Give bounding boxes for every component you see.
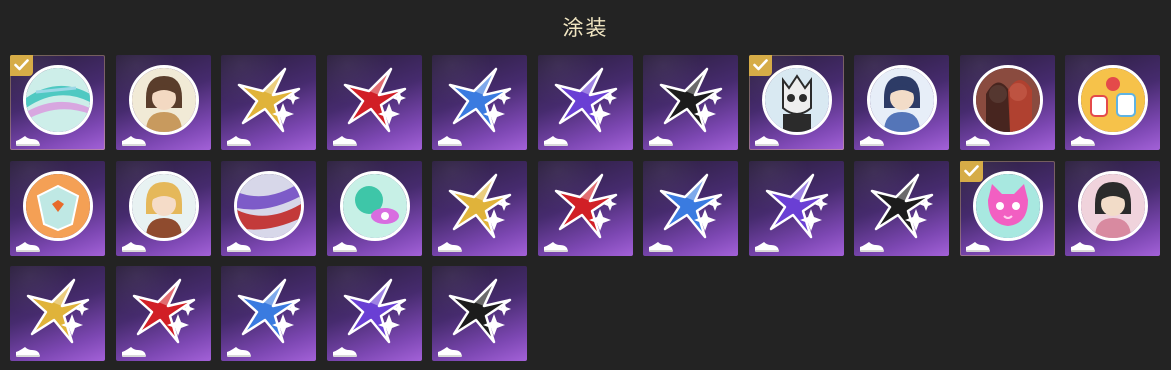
star-emblem-icon — [339, 276, 411, 348]
shoe-icon — [332, 343, 358, 357]
shoe-icon — [121, 343, 147, 357]
skin-tile-12[interactable] — [10, 160, 105, 256]
star-emblem-icon — [444, 171, 516, 243]
shoe-icon — [754, 238, 780, 252]
equipped-check-icon — [748, 55, 772, 76]
shoe-icon — [121, 238, 147, 252]
shoe-icon — [437, 132, 463, 146]
star-emblem-icon — [761, 171, 833, 243]
shoe-icon — [543, 238, 569, 252]
shoe-icon — [965, 132, 991, 146]
skin-tile-1[interactable] — [10, 55, 105, 150]
shoe-icon — [15, 238, 41, 252]
skin-tile-17[interactable] — [537, 160, 633, 256]
shoe-icon — [648, 132, 674, 146]
skin-tile-7[interactable] — [643, 55, 738, 150]
star-emblem-icon — [339, 65, 411, 137]
skin-tile-5[interactable] — [432, 55, 527, 150]
skin-tile-14[interactable] — [221, 160, 316, 256]
shoe-icon — [859, 132, 885, 146]
skin-tile-22[interactable] — [1065, 160, 1160, 256]
shoe-icon — [648, 238, 674, 252]
duo-emblem-icon — [972, 65, 1043, 135]
mascots-emblem-icon — [1078, 65, 1148, 135]
skin-tile-15[interactable] — [326, 160, 422, 256]
skin-tile-27[interactable] — [432, 266, 527, 361]
skin-tile-8[interactable] — [748, 55, 844, 150]
chibi-emblem-icon — [867, 65, 937, 135]
skin-tile-20[interactable] — [854, 160, 949, 256]
skin-grid — [10, 55, 1160, 361]
skin-tile-13[interactable] — [115, 160, 211, 256]
skin-tile-6[interactable] — [537, 55, 633, 150]
skin-tile-26[interactable] — [326, 266, 422, 361]
star-emblem-icon — [444, 65, 516, 137]
shoe-icon — [543, 132, 569, 146]
skin-tile-10[interactable] — [959, 55, 1055, 150]
equipped-check-icon — [959, 160, 983, 182]
star-emblem-icon — [550, 65, 622, 137]
shoe-icon — [332, 238, 358, 252]
mech-emblem-icon — [23, 170, 93, 241]
equipped-check-icon — [10, 55, 33, 76]
star-emblem-icon — [550, 171, 622, 243]
shoe-icon — [332, 132, 358, 146]
skin-tile-9[interactable] — [854, 55, 949, 150]
shoe-icon — [965, 238, 991, 252]
brush-emblem-icon — [234, 170, 304, 241]
shoe-icon — [437, 238, 463, 252]
skin-tile-16[interactable] — [432, 160, 527, 256]
page-title: 涂装 — [562, 16, 609, 40]
skin-tile-18[interactable] — [643, 160, 738, 256]
shoe-icon — [226, 238, 252, 252]
star-emblem-icon — [655, 65, 727, 137]
star-emblem-icon — [233, 65, 305, 137]
star-emblem-icon — [655, 171, 727, 243]
shoe-icon — [1070, 238, 1096, 252]
skin-tile-21[interactable] — [959, 160, 1055, 256]
chibi-blonde-emblem-icon — [128, 170, 199, 241]
skin-tile-2[interactable] — [115, 55, 211, 150]
shoe-icon — [226, 132, 252, 146]
star-emblem-icon — [233, 276, 305, 348]
skin-tile-24[interactable] — [115, 266, 211, 361]
star-emblem-icon — [128, 276, 200, 348]
shoe-icon — [437, 343, 463, 357]
planet-emblem-icon — [339, 170, 410, 241]
portrait-dark-emblem-icon — [1078, 170, 1148, 241]
skull-emblem-icon — [761, 65, 832, 135]
star-emblem-icon — [444, 276, 516, 348]
shoe-icon — [754, 132, 780, 146]
skin-tile-11[interactable] — [1065, 55, 1160, 150]
shoe-icon — [226, 343, 252, 357]
star-emblem-icon — [22, 276, 94, 348]
skin-tile-4[interactable] — [326, 55, 422, 150]
stripes-emblem-icon — [23, 65, 93, 135]
shoe-icon — [15, 343, 41, 357]
shoe-icon — [15, 132, 41, 146]
portrait-emblem-icon — [128, 65, 199, 135]
cat-emblem-icon — [972, 170, 1043, 241]
shoe-icon — [121, 132, 147, 146]
shoe-icon — [1070, 132, 1096, 146]
skin-tile-23[interactable] — [10, 266, 105, 361]
star-emblem-icon — [866, 171, 938, 243]
skin-tile-3[interactable] — [221, 55, 316, 150]
shoe-icon — [859, 238, 885, 252]
skin-tile-25[interactable] — [221, 266, 316, 361]
skin-tile-19[interactable] — [748, 160, 844, 256]
